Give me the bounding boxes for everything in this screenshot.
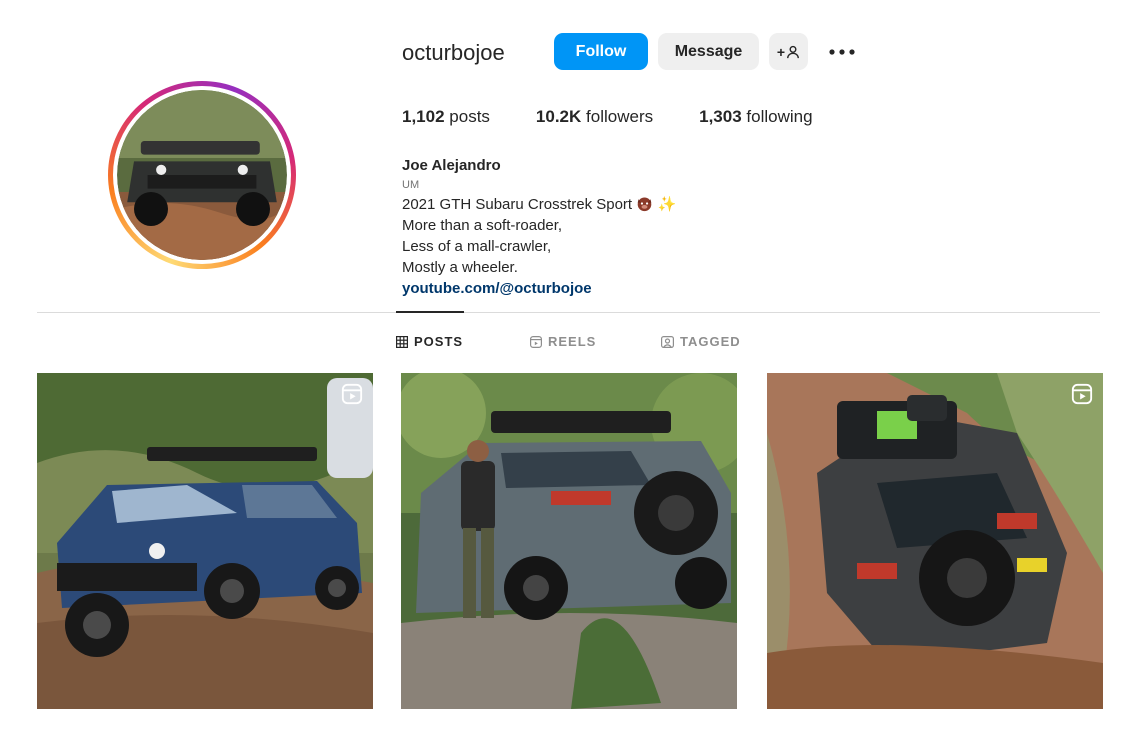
tab-reels[interactable]: REELS: [530, 334, 596, 349]
bio-link[interactable]: youtube.com/@octurbojoe: [402, 278, 676, 299]
tagged-icon: [661, 335, 674, 348]
add-user-icon: +: [777, 44, 800, 60]
posts-stat: 1,102 posts: [402, 107, 490, 127]
posts-label: posts: [449, 107, 490, 126]
message-button[interactable]: Message: [658, 33, 759, 70]
profile-avatar-ring[interactable]: [108, 81, 296, 269]
avatar-frame: [113, 86, 291, 264]
post-image: [767, 373, 1103, 709]
more-options-icon[interactable]: [826, 40, 858, 64]
tabs-divider: [37, 312, 1100, 313]
followers-label: followers: [586, 107, 654, 126]
suggest-user-button[interactable]: +: [769, 33, 808, 70]
bio-line-1-text: 2021 GTH Subaru Crosstrek Sport: [402, 196, 633, 213]
tab-posts[interactable]: POSTS: [396, 334, 463, 349]
following-count: 1,303: [699, 107, 742, 126]
avatar: [117, 90, 287, 260]
category-label: UM: [402, 179, 420, 191]
bio: Joe Alejandro UM 2021 GTH Subaru Crosstr…: [402, 155, 676, 299]
grid-icon: [396, 335, 408, 348]
tab-tagged-label: TAGGED: [680, 334, 741, 349]
add-user-plus: +: [776, 43, 786, 60]
bio-line-1: 2021 GTH Subaru Crosstrek Sport ✨: [402, 194, 676, 215]
sparkles-emoji-icon: ✨: [657, 196, 677, 213]
post-image: [37, 373, 373, 709]
followers-count: 10.2K: [535, 107, 582, 126]
following-stat[interactable]: 1,303 following: [699, 107, 812, 127]
post-image: [401, 373, 737, 709]
bio-line-3: Less of a mall-crawler,: [402, 238, 552, 255]
username: octurbojoe: [402, 40, 505, 65]
post-thumbnail[interactable]: [767, 373, 1103, 709]
reel-badge-icon: [341, 383, 363, 405]
post-thumbnail[interactable]: [401, 373, 737, 709]
bio-line-4: Mostly a wheeler.: [402, 259, 518, 276]
tab-tagged[interactable]: TAGGED: [661, 334, 741, 349]
follow-button[interactable]: Follow: [554, 33, 648, 70]
profile-stats: 1,102 posts 10.2K followers 1,303 follow…: [402, 107, 859, 127]
posts-count: 1,102: [402, 107, 445, 126]
followers-stat[interactable]: 10.2K followers: [536, 107, 653, 127]
following-label: following: [746, 107, 813, 126]
tab-reels-label: REELS: [548, 334, 597, 349]
reel-badge-icon: [1071, 383, 1093, 405]
tab-posts-label: POSTS: [414, 334, 464, 349]
boar-emoji-icon: [637, 197, 652, 212]
full-name: Joe Alejandro: [402, 157, 501, 174]
post-thumbnail[interactable]: [37, 373, 373, 709]
reels-icon: [530, 335, 542, 348]
active-tab-indicator: [396, 311, 464, 313]
bio-line-2: More than a soft-roader,: [402, 217, 563, 234]
